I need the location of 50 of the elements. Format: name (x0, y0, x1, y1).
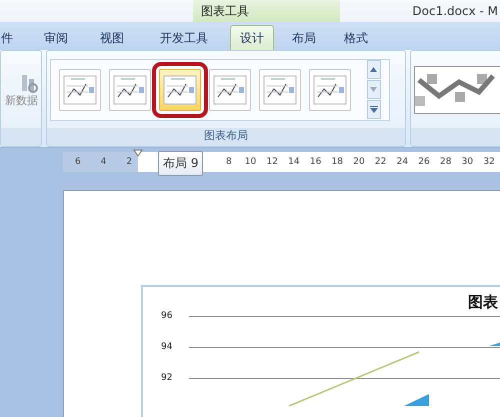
up-arrow-icon (370, 67, 378, 72)
ribbon-tab[interactable]: 开发工具 (150, 25, 218, 50)
group-footer (1, 128, 41, 146)
ruler-number: 30 (460, 157, 474, 167)
ruler-number: 22 (374, 157, 388, 167)
ruler-number: 16 (308, 157, 322, 167)
scroll-up-button[interactable] (366, 60, 381, 79)
window-title: Doc1.docx - M (412, 3, 498, 20)
line-chart-icon (262, 74, 297, 104)
ribbon-tab[interactable]: 审阅 (34, 25, 78, 50)
line-chart-icon (212, 74, 247, 104)
ruler-number: 10 (244, 157, 258, 167)
layout-thumbnail[interactable] (108, 68, 151, 110)
ribbon-tab[interactable]: 视图 (90, 25, 134, 50)
ruler-number: 14 (287, 157, 301, 167)
ruler-number: 8 (224, 157, 233, 167)
group-label: 图表布局 (46, 128, 406, 146)
layout-thumbnail[interactable] (308, 68, 351, 110)
ruler-number: 2 (125, 157, 134, 167)
layout-thumbnail[interactable] (258, 68, 301, 110)
ruler-number: 32 (482, 157, 496, 167)
layout-thumbnail[interactable] (58, 68, 101, 110)
tooltip: 布局 9 (158, 151, 204, 176)
line-chart-icon (162, 74, 197, 104)
context-tab-group: 图表工具 (193, 0, 340, 22)
line-chart-icon (62, 74, 97, 104)
axis-label: 92 (161, 373, 174, 383)
ribbon-tab[interactable]: 设计 (230, 25, 274, 50)
expand-icon (370, 106, 378, 113)
ruler-number: 26 (417, 157, 431, 167)
line-chart-icon (312, 74, 347, 104)
axis-label: 96 (161, 311, 174, 321)
ribbon-tab[interactable]: 布局 (282, 25, 326, 50)
ruler-number: 28 (438, 157, 452, 167)
layout-thumbnail[interactable] (208, 68, 251, 110)
ruler-number: 20 (352, 157, 366, 167)
ribbon-tab[interactable]: 格式 (334, 25, 378, 50)
axis-label: 94 (161, 342, 174, 352)
ribbon-tab[interactable]: 件 (0, 25, 20, 50)
ruler-number: 12 (265, 157, 279, 167)
ruler-number: 24 (396, 157, 410, 167)
chart-title: 图表 (467, 293, 498, 312)
more-button[interactable] (366, 100, 381, 119)
ruler-number: 4 (100, 157, 108, 167)
scroll-down-button[interactable] (366, 80, 381, 99)
line-chart-icon (112, 74, 147, 104)
ruler-number: 6 (74, 157, 82, 167)
ruler-number: 18 (330, 157, 344, 167)
down-arrow-icon (370, 87, 378, 92)
chart-style-thumbnail[interactable] (414, 66, 500, 114)
